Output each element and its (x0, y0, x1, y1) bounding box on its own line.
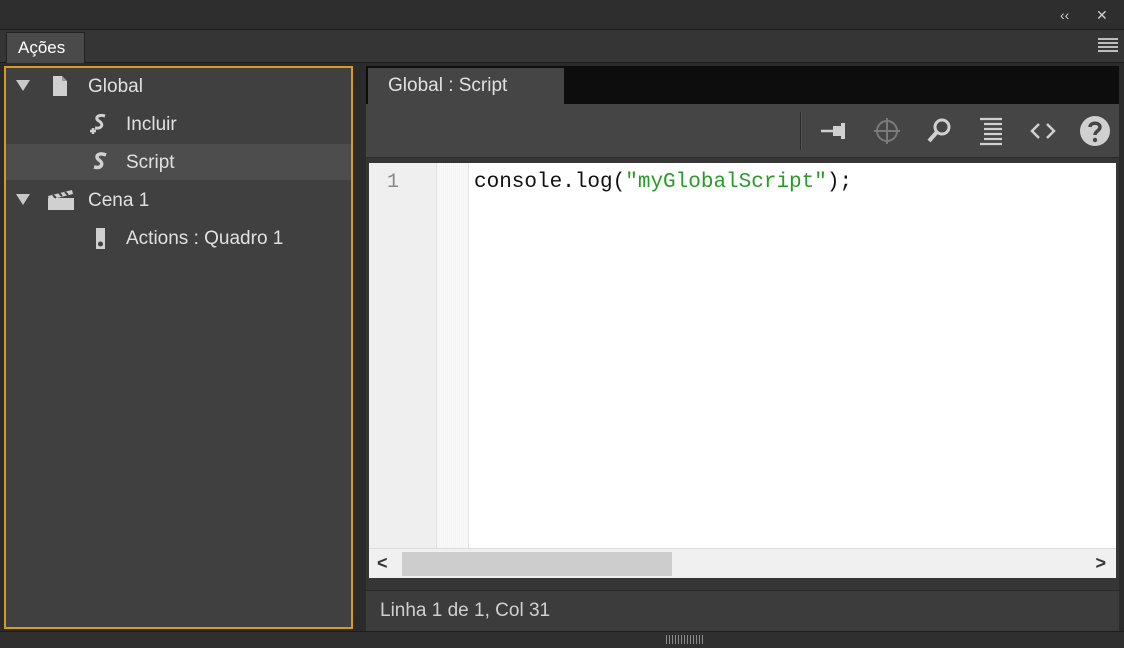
cursor-position: Linha 1 de 1, Col 31 (380, 600, 551, 621)
target-icon[interactable] (870, 115, 904, 147)
scrollbar-thumb[interactable] (402, 552, 672, 576)
expand-arrow-icon[interactable] (16, 80, 30, 91)
tree-item-label: Actions : Quadro 1 (126, 228, 284, 249)
include-script-icon (90, 114, 106, 134)
expand-arrow-icon[interactable] (16, 194, 30, 205)
tree-item-incluir[interactable]: Incluir (6, 106, 351, 142)
tree-item-actions-quadro-1[interactable]: Actions : Quadro 1 (6, 220, 351, 256)
scroll-right-icon[interactable]: > (1095, 553, 1106, 574)
pin-icon[interactable] (818, 115, 852, 147)
search-icon[interactable] (922, 115, 956, 147)
window-titlebar: ‹‹ ✕ (0, 0, 1124, 30)
format-icon[interactable] (974, 115, 1008, 147)
frame-icon (96, 228, 105, 249)
panel-tabstrip: Ações (0, 30, 1124, 63)
breakpoint-gutter[interactable] (437, 163, 469, 548)
status-bar: Linha 1 de 1, Col 31 (366, 590, 1119, 631)
script-icon (93, 152, 107, 170)
tab-global-script[interactable]: Global : Script (368, 68, 564, 104)
tree-item-label: Global (88, 76, 143, 97)
code-string-token: "myGlobalScript" (625, 171, 827, 194)
tab-acoes[interactable]: Ações (6, 32, 85, 63)
tree-item-global[interactable]: Global (6, 68, 351, 104)
document-icon (53, 76, 67, 96)
tree-item-script[interactable]: Script (6, 144, 351, 180)
close-icon[interactable]: ✕ (1096, 6, 1108, 24)
code-line[interactable]: console.log("myGlobalScript"); (474, 171, 852, 194)
toolbar-divider (800, 112, 802, 150)
line-number-gutter: 1 (369, 163, 437, 548)
collapse-panel-icon[interactable]: ‹‹ (1060, 6, 1069, 24)
help-icon[interactable] (1078, 115, 1112, 147)
line-number: 1 (387, 171, 400, 194)
resize-grip-icon[interactable] (666, 635, 704, 644)
script-navigator: Global Incluir Script Cena 1 Actions : Q… (4, 66, 353, 629)
tree-item-label: Incluir (126, 114, 177, 135)
editor-toolbar (366, 104, 1119, 158)
code-editor[interactable]: 1 console.log("myGlobalScript"); (369, 163, 1116, 548)
script-editor-panel: Global : Script 1 console.log("myGlobalS… (366, 66, 1119, 631)
horizontal-scrollbar[interactable]: < > (369, 548, 1116, 578)
editor-tabstrip: Global : Script (366, 66, 1119, 104)
scene-clapperboard-icon (48, 190, 74, 210)
tree-item-label: Script (126, 152, 175, 173)
code-token: ); (826, 171, 853, 194)
tree-item-cena-1[interactable]: Cena 1 (6, 182, 351, 218)
code-token: console.log( (474, 171, 626, 194)
tree-item-label: Cena 1 (88, 190, 150, 211)
bottom-resize-bar (0, 631, 1124, 648)
panel-menu-icon[interactable] (1098, 38, 1118, 54)
scroll-left-icon[interactable]: < (377, 553, 388, 574)
code-hint-icon[interactable] (1026, 115, 1060, 147)
